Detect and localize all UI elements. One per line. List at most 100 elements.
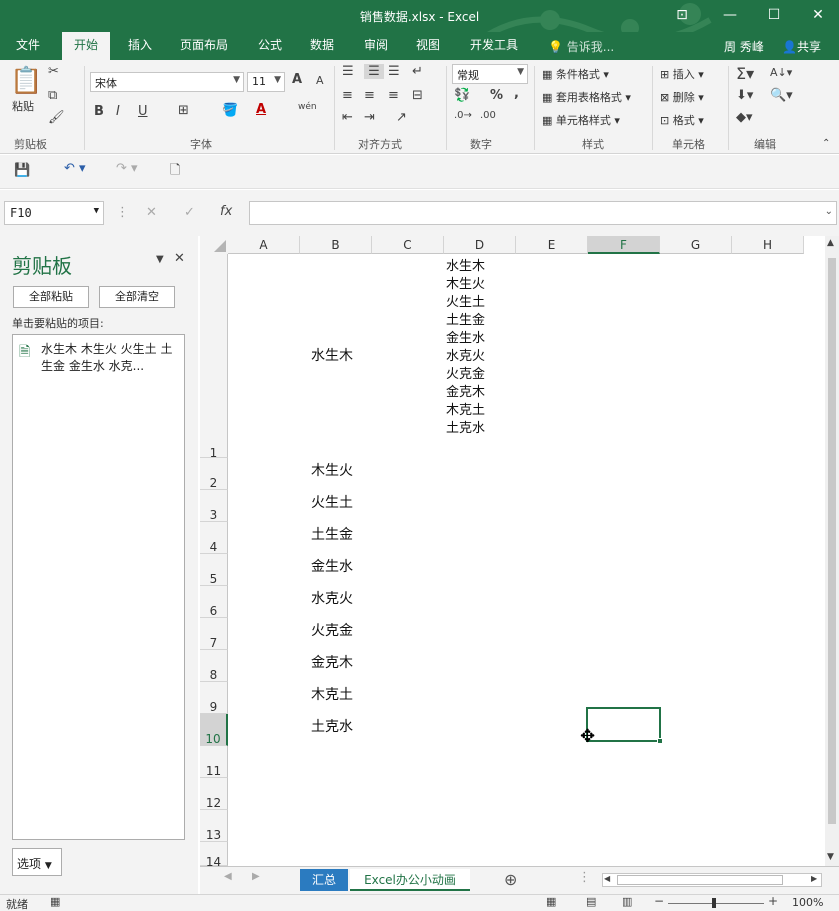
tell-me-box[interactable]: 💡 告诉我...: [548, 38, 614, 55]
orientation-icon[interactable]: ↗: [396, 110, 407, 125]
pane-options-icon[interactable]: ▼: [156, 254, 164, 265]
merge-center-icon[interactable]: ⊟: [412, 88, 423, 103]
column-header-f[interactable]: F: [588, 236, 660, 254]
column-header-e[interactable]: E: [516, 236, 588, 254]
close-icon[interactable]: ✕: [806, 4, 830, 26]
column-header-c[interactable]: C: [372, 236, 444, 254]
phonetic-icon[interactable]: wén: [298, 102, 317, 112]
zoom-out-icon[interactable]: −: [654, 894, 664, 908]
print-preview-icon[interactable]: 🗋: [170, 161, 180, 183]
prev-sheet-icon[interactable]: ◀: [224, 871, 232, 882]
insert-cells-button[interactable]: ⊞ 插入 ▾: [660, 66, 704, 82]
horizontal-scroll-thumb[interactable]: [617, 875, 783, 885]
cell-b8[interactable]: 金克木: [311, 652, 353, 672]
vertical-scroll-thumb[interactable]: [828, 258, 836, 824]
collapse-ribbon-icon[interactable]: ⌃: [822, 138, 830, 149]
tab-home[interactable]: 开始: [62, 32, 111, 60]
row-header-13[interactable]: 13: [200, 810, 228, 842]
cell-b4[interactable]: 土生金: [311, 524, 353, 544]
cell-b9[interactable]: 木克土: [311, 684, 353, 704]
column-header-d[interactable]: D: [444, 236, 516, 254]
font-grow-icon[interactable]: A: [292, 72, 302, 87]
align-bottom-icon[interactable]: ☰: [388, 64, 400, 79]
ribbon-display-icon[interactable]: ⊡: [670, 4, 694, 26]
enter-icon[interactable]: ✓: [184, 205, 195, 220]
copy-icon[interactable]: ⧉: [48, 88, 57, 103]
row-header-12[interactable]: 12: [200, 778, 228, 810]
font-color-icon[interactable]: A: [256, 102, 266, 117]
cell-b5[interactable]: 金生水: [311, 556, 353, 576]
increase-indent-icon[interactable]: ⇥: [364, 110, 375, 125]
vertical-scrollbar[interactable]: ▲ ▼: [825, 236, 839, 866]
paste-button[interactable]: 粘贴: [12, 98, 34, 114]
sort-filter-icon[interactable]: A↓▾: [770, 66, 792, 79]
clear-icon[interactable]: ◆▾: [736, 110, 753, 125]
expand-formula-icon[interactable]: ⌄: [825, 206, 833, 217]
row-header-8[interactable]: 8: [200, 650, 228, 682]
cell-b10[interactable]: 土克水: [311, 716, 353, 736]
tab-file[interactable]: 文件: [16, 32, 40, 60]
fill-color-icon[interactable]: 🪣: [222, 103, 238, 118]
tab-data[interactable]: 数据: [310, 32, 334, 60]
zoom-in-icon[interactable]: +: [768, 894, 778, 908]
row-header-7[interactable]: 7: [200, 618, 228, 650]
redo-icon[interactable]: ↷ ▾: [116, 161, 138, 176]
insert-function-icon[interactable]: fx: [220, 204, 232, 219]
cancel-icon[interactable]: ✕: [146, 205, 157, 220]
row-header-5[interactable]: 5: [200, 554, 228, 586]
decrease-decimal-icon[interactable]: .00: [480, 110, 496, 121]
tab-developer[interactable]: 开发工具: [470, 32, 518, 60]
zoom-slider[interactable]: [668, 903, 764, 904]
autosum-icon[interactable]: Σ▾: [736, 64, 754, 83]
format-cells-button[interactable]: ⊡ 格式 ▾: [660, 112, 704, 128]
cell-b7[interactable]: 火克金: [311, 620, 353, 640]
fill-icon[interactable]: ⬇▾: [736, 88, 753, 103]
wrap-text-icon[interactable]: ↵: [412, 64, 423, 79]
sheet-tab-active[interactable]: Excel办公小动画: [350, 869, 470, 891]
maximize-icon[interactable]: ☐: [762, 4, 786, 26]
close-pane-icon[interactable]: ✕: [174, 251, 185, 266]
row-header-9[interactable]: 9: [200, 682, 228, 714]
conditional-format-button[interactable]: ▦ 条件格式 ▾: [542, 66, 609, 82]
macro-record-icon[interactable]: ▦: [50, 895, 60, 908]
add-sheet-icon[interactable]: ⊕: [504, 870, 517, 889]
accounting-format-icon[interactable]: 💱: [454, 88, 470, 103]
align-center-icon[interactable]: ≡: [364, 88, 375, 103]
fill-handle[interactable]: [657, 738, 663, 744]
border-icon[interactable]: ⊞: [178, 103, 189, 118]
tab-view[interactable]: 视图: [416, 32, 440, 60]
user-name[interactable]: 周 秀峰: [724, 38, 764, 55]
normal-view-icon[interactable]: ▦: [546, 895, 556, 908]
page-layout-view-icon[interactable]: ▤: [586, 895, 596, 908]
scroll-right-icon[interactable]: ▶: [811, 874, 817, 883]
percent-button[interactable]: %: [490, 88, 503, 103]
save-icon[interactable]: 💾: [14, 163, 30, 178]
format-painter-icon[interactable]: 🖌: [48, 110, 65, 125]
clear-all-button[interactable]: 全部清空: [99, 286, 175, 308]
underline-button[interactable]: U: [138, 104, 148, 119]
horizontal-scrollbar[interactable]: ◀ ▶: [602, 873, 822, 887]
column-header-h[interactable]: H: [732, 236, 804, 254]
scroll-up-icon[interactable]: ▲: [827, 238, 834, 248]
scroll-down-icon[interactable]: ▼: [827, 852, 834, 862]
align-middle-icon[interactable]: ☰: [364, 64, 384, 79]
column-header-b[interactable]: B: [300, 236, 372, 254]
comma-button[interactable]: ,: [514, 86, 519, 101]
undo-icon[interactable]: ↶ ▾: [64, 161, 86, 176]
row-header-3[interactable]: 3: [200, 490, 228, 522]
row-header-14[interactable]: 14: [200, 842, 228, 869]
number-format-select[interactable]: 常规 ▼: [452, 64, 528, 84]
align-right-icon[interactable]: ≡: [388, 88, 399, 103]
italic-button[interactable]: I: [116, 104, 120, 119]
name-box[interactable]: F10 ▼: [4, 201, 104, 225]
page-break-view-icon[interactable]: ▥: [622, 895, 632, 908]
increase-decimal-icon[interactable]: .0→: [454, 110, 472, 121]
align-top-icon[interactable]: ☰: [342, 64, 354, 79]
cell-b2[interactable]: 木生火: [311, 460, 353, 480]
align-left-icon[interactable]: ≡: [342, 88, 353, 103]
row-header-10[interactable]: 10: [200, 714, 228, 746]
cut-icon[interactable]: ✂: [48, 64, 59, 79]
cell-b1[interactable]: 水生木: [311, 345, 353, 365]
row-header-1[interactable]: 1: [200, 254, 228, 460]
decrease-indent-icon[interactable]: ⇤: [342, 110, 353, 125]
